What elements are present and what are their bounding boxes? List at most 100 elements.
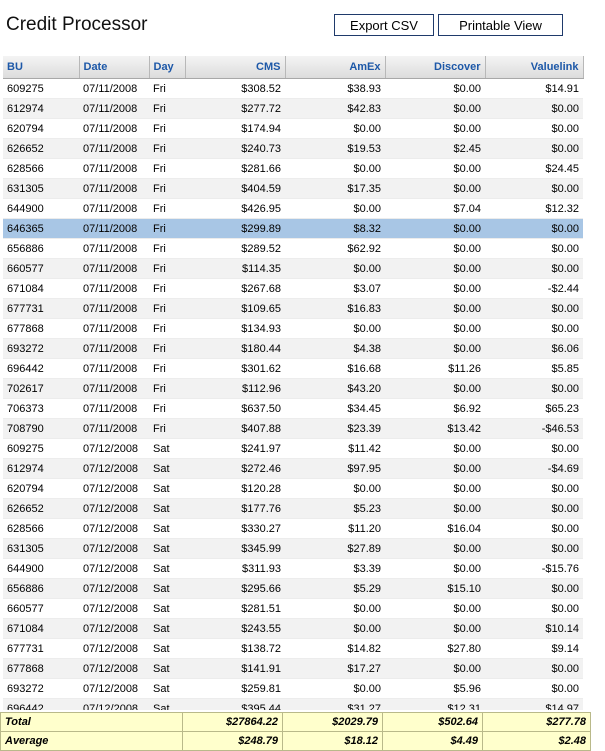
table-row[interactable]: 620794 07/12/2008 Sat $120.28 $0.00 $0.00 $0.0…: [3, 478, 583, 499]
table-row[interactable]: 702617 07/11/2008 Fri $112.96 $43.20 $0.00 $0.…: [3, 378, 583, 399]
cell-bu: 671084: [3, 278, 79, 299]
column-header-cms[interactable]: CMS: [185, 56, 286, 79]
table-row[interactable]: 609275 07/11/2008 Fri $308.52 $38.93 $0.00 $14…: [3, 78, 583, 99]
cell-valuelink: $14.97: [485, 698, 583, 710]
cell-day: Sat: [149, 678, 185, 699]
total-row: Total $27864.22 $2029.79 $502.64 $277.78: [0, 712, 591, 732]
cell-cms: $281.66: [185, 158, 285, 179]
cell-amex: $17.35: [285, 178, 385, 199]
table-row[interactable]: 644900 07/12/2008 Sat $311.93 $3.39 $0.00 -$15…: [3, 558, 583, 579]
printable-view-button[interactable]: Printable View: [438, 14, 563, 36]
cell-bu: 626652: [3, 498, 79, 519]
table-row[interactable]: 626652 07/12/2008 Sat $177.76 $5.23 $0.00 $0.0…: [3, 498, 583, 519]
table-row[interactable]: 660577 07/11/2008 Fri $114.35 $0.00 $0.00 $0.0…: [3, 258, 583, 279]
cell-day: Sat: [149, 478, 185, 499]
cell-valuelink: $0.00: [485, 598, 583, 619]
cell-valuelink: $0.00: [485, 658, 583, 679]
cell-bu: 702617: [3, 378, 79, 399]
column-header-date[interactable]: Date: [79, 56, 150, 79]
cell-cms: $259.81: [185, 678, 285, 699]
table-row[interactable]: 671084 07/11/2008 Fri $267.68 $3.07 $0.00 -$2.…: [3, 278, 583, 299]
cell-valuelink: $0.00: [485, 378, 583, 399]
cell-valuelink: -$46.53: [485, 418, 583, 439]
cell-cms: $138.72: [185, 638, 285, 659]
cell-discover: $13.42: [385, 418, 485, 439]
cell-amex: $14.82: [285, 638, 385, 659]
cell-amex: $19.53: [285, 138, 385, 159]
table-row[interactable]: 609275 07/12/2008 Sat $241.97 $11.42 $0.00 $0.…: [3, 438, 583, 459]
table-row[interactable]: 620794 07/11/2008 Fri $174.94 $0.00 $0.00 $0.0…: [3, 118, 583, 139]
table-row[interactable]: 706373 07/11/2008 Fri $637.50 $34.45 $6.92 $65…: [3, 398, 583, 419]
table-row[interactable]: 660577 07/12/2008 Sat $281.51 $0.00 $0.00 $0.0…: [3, 598, 583, 619]
table-row[interactable]: 656886 07/11/2008 Fri $289.52 $62.92 $0.00 $0.…: [3, 238, 583, 259]
cell-cms: $299.89: [185, 218, 285, 239]
cell-discover: $0.00: [385, 118, 485, 139]
table-row[interactable]: 612974 07/12/2008 Sat $272.46 $97.95 $0.00 -$4…: [3, 458, 583, 479]
cell-amex: $0.00: [285, 618, 385, 639]
cell-bu: 656886: [3, 238, 79, 259]
cell-date: 07/11/2008: [79, 278, 149, 299]
cell-cms: $114.35: [185, 258, 285, 279]
cell-amex: $0.00: [285, 598, 385, 619]
table-row[interactable]: 677868 07/11/2008 Fri $134.93 $0.00 $0.00 $0.0…: [3, 318, 583, 339]
cell-cms: $243.55: [185, 618, 285, 639]
cell-amex: $5.23: [285, 498, 385, 519]
column-header-day[interactable]: Day: [149, 56, 186, 79]
cell-amex: $0.00: [285, 158, 385, 179]
cell-cms: $308.52: [185, 78, 285, 99]
total-cms: $27864.22: [182, 712, 283, 732]
cell-day: Sat: [149, 638, 185, 659]
export-csv-button[interactable]: Export CSV: [334, 14, 434, 36]
table-row[interactable]: 656886 07/12/2008 Sat $295.66 $5.29 $15.10 $0.…: [3, 578, 583, 599]
table-row[interactable]: 693272 07/12/2008 Sat $259.81 $0.00 $5.96 $0.0…: [3, 678, 583, 699]
cell-valuelink: $6.06: [485, 338, 583, 359]
cell-cms: $404.59: [185, 178, 285, 199]
summary-footer: Total $27864.22 $2029.79 $502.64 $277.78…: [0, 712, 605, 751]
cell-valuelink: -$2.44: [485, 278, 583, 299]
cell-date: 07/12/2008: [79, 518, 149, 539]
vertical-scrollbar[interactable]: [586, 56, 603, 710]
table-row[interactable]: 677731 07/11/2008 Fri $109.65 $16.83 $0.00 $0.…: [3, 298, 583, 319]
cell-discover: $0.00: [385, 618, 485, 639]
column-header-bu[interactable]: BU: [3, 56, 80, 79]
cell-discover: $12.31: [385, 698, 485, 710]
cell-date: 07/11/2008: [79, 198, 149, 219]
cell-cms: $330.27: [185, 518, 285, 539]
cell-bu: 696442: [3, 698, 79, 710]
cell-cms: $281.51: [185, 598, 285, 619]
cell-amex: $4.38: [285, 338, 385, 359]
cell-date: 07/12/2008: [79, 598, 149, 619]
table-row[interactable]: 631305 07/11/2008 Fri $404.59 $17.35 $0.00 $0.…: [3, 178, 583, 199]
cell-day: Fri: [149, 78, 185, 99]
credit-table: BU Date Day CMS AmEx Discover Valuelink …: [3, 56, 584, 710]
cell-day: Fri: [149, 98, 185, 119]
column-header-valuelink[interactable]: Valuelink: [485, 56, 584, 79]
cell-valuelink: $10.14: [485, 618, 583, 639]
cell-valuelink: $14.91: [485, 78, 583, 99]
table-row[interactable]: 693272 07/11/2008 Fri $180.44 $4.38 $0.00 $6.0…: [3, 338, 583, 359]
cell-valuelink: $0.00: [485, 258, 583, 279]
cell-day: Fri: [149, 338, 185, 359]
table-row[interactable]: 644900 07/11/2008 Fri $426.95 $0.00 $7.04 $12.…: [3, 198, 583, 219]
column-header-discover[interactable]: Discover: [385, 56, 486, 79]
table-row[interactable]: 628566 07/12/2008 Sat $330.27 $11.20 $16.04 $0…: [3, 518, 583, 539]
table-row[interactable]: 677731 07/12/2008 Sat $138.72 $14.82 $27.80 $9…: [3, 638, 583, 659]
table-row[interactable]: 696442 07/11/2008 Fri $301.62 $16.68 $11.26 $5…: [3, 358, 583, 379]
cell-date: 07/11/2008: [79, 318, 149, 339]
total-discover: $502.64: [382, 712, 483, 732]
table-row[interactable]: 646365 07/11/2008 Fri $299.89 $8.32 $0.00 $0.0…: [3, 218, 583, 239]
table-row[interactable]: 631305 07/12/2008 Sat $345.99 $27.89 $0.00 $0.…: [3, 538, 583, 559]
column-header-amex[interactable]: AmEx: [285, 56, 386, 79]
table-row[interactable]: 696442 07/12/2008 Sat $395.44 $31.27 $12.31 $1…: [3, 698, 583, 710]
table-row[interactable]: 628566 07/11/2008 Fri $281.66 $0.00 $0.00 $24.…: [3, 158, 583, 179]
cell-amex: $3.39: [285, 558, 385, 579]
table-row[interactable]: 671084 07/12/2008 Sat $243.55 $0.00 $0.00 $10.…: [3, 618, 583, 639]
table-row[interactable]: 612974 07/11/2008 Fri $277.72 $42.83 $0.00 $0.…: [3, 98, 583, 119]
average-valuelink: $2.48: [482, 731, 591, 751]
cell-bu: 693272: [3, 338, 79, 359]
table-row[interactable]: 708790 07/11/2008 Fri $407.88 $23.39 $13.42 -$…: [3, 418, 583, 439]
table-row[interactable]: 626652 07/11/2008 Fri $240.73 $19.53 $2.45 $0.…: [3, 138, 583, 159]
cell-day: Sat: [149, 598, 185, 619]
cell-date: 07/11/2008: [79, 378, 149, 399]
table-row[interactable]: 677868 07/12/2008 Sat $141.91 $17.27 $0.00 $0.…: [3, 658, 583, 679]
